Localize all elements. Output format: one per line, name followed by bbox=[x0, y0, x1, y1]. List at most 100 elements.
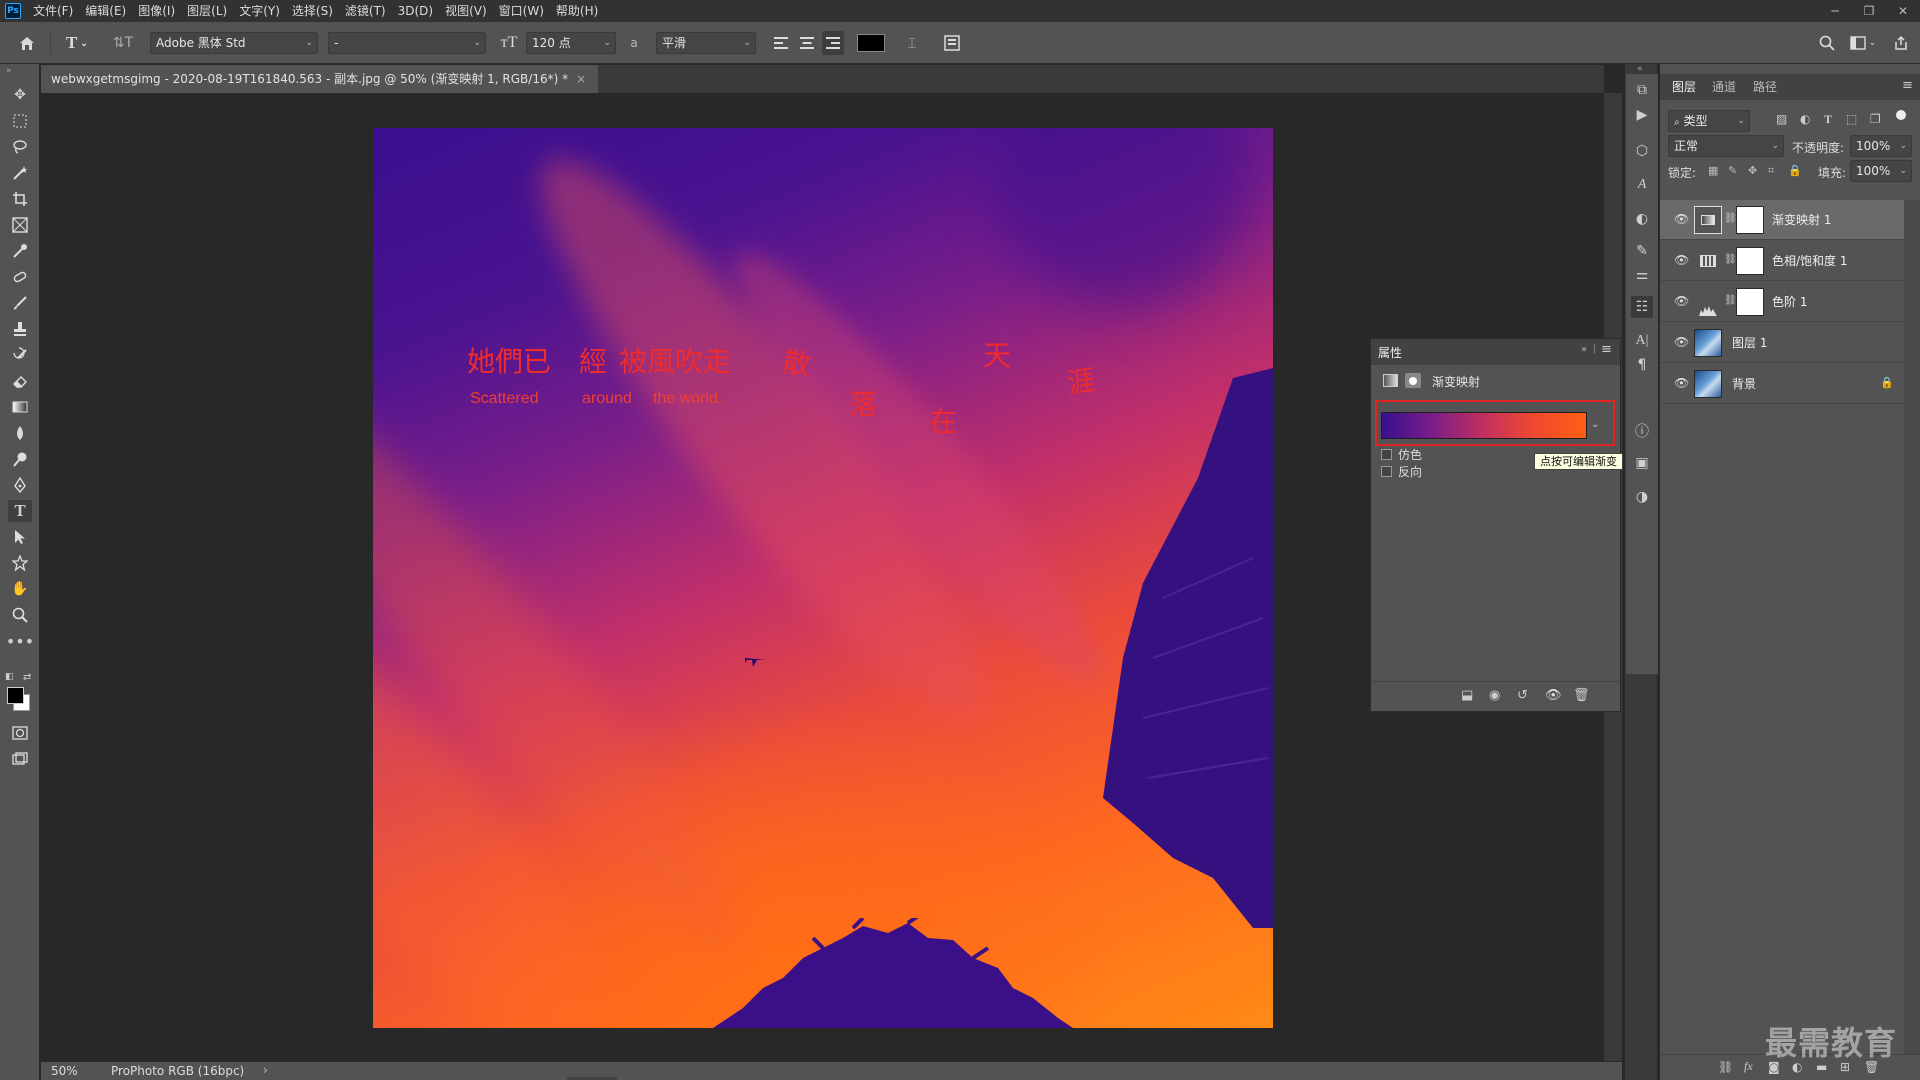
lock-all-icon[interactable]: 🔒 bbox=[1788, 164, 1802, 177]
chain-link-icon[interactable]: ⛓ bbox=[1724, 254, 1737, 265]
blend-mode-select[interactable]: 正常 ⌄ bbox=[1668, 135, 1784, 157]
layer-thumbnail[interactable] bbox=[1694, 329, 1722, 357]
tab-paths[interactable]: 路径 bbox=[1753, 74, 1777, 100]
brush-tool-icon[interactable] bbox=[8, 292, 32, 314]
layer-filter-select[interactable]: ⌕ 类型 ⌄ bbox=[1668, 110, 1750, 132]
close-window-icon[interactable]: ✕ bbox=[1886, 0, 1920, 22]
lock-artboard-icon[interactable]: ⌗ bbox=[1768, 164, 1774, 178]
search-icon[interactable] bbox=[1814, 31, 1840, 55]
visibility-eye-icon[interactable]: 👁 bbox=[1674, 376, 1689, 390]
menu-image[interactable]: 图像(I) bbox=[132, 0, 181, 22]
clip-to-layer-icon[interactable]: ⬓ bbox=[1461, 688, 1473, 703]
close-tab-icon[interactable]: × bbox=[576, 72, 586, 86]
chain-link-icon[interactable]: ⛓ bbox=[1724, 295, 1737, 306]
layer-style-fx-icon[interactable]: fx bbox=[1744, 1059, 1753, 1074]
menu-window[interactable]: 窗口(W) bbox=[493, 0, 550, 22]
foreground-color-swatch[interactable] bbox=[7, 687, 24, 704]
menu-edit[interactable]: 编辑(E) bbox=[79, 0, 132, 22]
fill-input[interactable]: 100% ⌄ bbox=[1850, 160, 1912, 182]
visibility-eye-icon[interactable]: 👁 bbox=[1674, 253, 1689, 267]
visibility-eye-icon[interactable]: 👁 bbox=[1674, 212, 1689, 226]
lasso-tool-icon[interactable] bbox=[8, 136, 32, 158]
home-icon[interactable] bbox=[14, 31, 40, 55]
custom-shape-tool-icon[interactable] bbox=[8, 552, 32, 574]
visibility-eye-icon[interactable]: 👁 bbox=[1674, 294, 1689, 308]
marquee-tool-icon[interactable] bbox=[8, 110, 32, 132]
reverse-checkbox[interactable] bbox=[1381, 466, 1392, 477]
filter-smart-object-icon[interactable]: ❐ bbox=[1870, 112, 1881, 126]
menu-select[interactable]: 选择(S) bbox=[286, 0, 339, 22]
document-tab[interactable]: webwxgetmsgimg - 2020-08-19T161840.563 -… bbox=[41, 65, 599, 93]
frame-tool-icon[interactable] bbox=[8, 214, 32, 236]
font-style-select[interactable]: - ⌄ bbox=[328, 32, 486, 54]
opacity-input[interactable]: 100% ⌄ bbox=[1850, 135, 1912, 157]
filter-type-icon[interactable]: T bbox=[1824, 112, 1832, 127]
dodge-tool-icon[interactable] bbox=[8, 448, 32, 470]
collapse-icon[interactable]: « bbox=[1637, 64, 1643, 74]
eraser-tool-icon[interactable] bbox=[8, 370, 32, 392]
layer-thumbnail[interactable] bbox=[1694, 370, 1722, 398]
history-brush-tool-icon[interactable] bbox=[8, 344, 32, 366]
lock-pixels-icon[interactable]: ✎ bbox=[1728, 164, 1737, 177]
tab-channels[interactable]: 通道 bbox=[1712, 74, 1736, 100]
link-layers-icon[interactable]: ⛓ bbox=[1718, 1060, 1733, 1074]
menu-3d[interactable]: 3D(D) bbox=[392, 0, 439, 22]
properties-title[interactable]: 属性 bbox=[1378, 344, 1402, 361]
filter-shape-icon[interactable]: ⬚ bbox=[1846, 112, 1857, 126]
eyedropper-tool-icon[interactable] bbox=[8, 240, 32, 262]
filter-pixel-icon[interactable]: ▨ bbox=[1776, 112, 1787, 126]
character-panel-icon[interactable]: A| bbox=[1631, 330, 1653, 352]
panel-menu-icon[interactable]: ≡ bbox=[1601, 342, 1612, 357]
type-tool-icon[interactable]: T bbox=[8, 500, 32, 522]
font-size-select[interactable]: 120 点 ⌄ bbox=[526, 32, 616, 54]
visibility-eye-icon[interactable]: 👁 bbox=[1674, 335, 1689, 349]
brush-settings-icon[interactable]: ✎ bbox=[1631, 240, 1653, 262]
color-swatches[interactable]: ◧ ⇄ bbox=[5, 672, 35, 712]
libraries-panel-icon[interactable]: ▣ bbox=[1631, 452, 1653, 474]
default-colors-icon[interactable]: ◧ bbox=[5, 672, 14, 682]
minimize-icon[interactable]: ─ bbox=[1818, 0, 1852, 22]
visibility-eye-icon[interactable]: 👁 bbox=[1545, 688, 1562, 703]
quick-mask-icon[interactable] bbox=[8, 722, 32, 744]
menu-file[interactable]: 文件(F) bbox=[27, 0, 79, 22]
restore-icon[interactable]: ❐ bbox=[1852, 0, 1886, 22]
adjustments-panel-icon[interactable]: ◐ bbox=[1631, 208, 1653, 230]
workspace-icon[interactable]: ⌄ bbox=[1846, 31, 1880, 55]
collapse-icon[interactable]: » bbox=[6, 66, 12, 76]
layer-row[interactable]: 👁 ⛓ 色相/饱和度 1 bbox=[1660, 241, 1904, 281]
text-color-swatch[interactable] bbox=[856, 31, 886, 55]
hand-tool-icon[interactable]: ✋ bbox=[8, 578, 32, 600]
crop-tool-icon[interactable] bbox=[8, 188, 32, 210]
share-icon[interactable] bbox=[1888, 31, 1914, 55]
gradient-tool-icon[interactable] bbox=[8, 396, 32, 418]
more-tools-icon[interactable]: ••• bbox=[6, 630, 34, 652]
mask-icon[interactable] bbox=[1405, 373, 1421, 388]
pen-tool-icon[interactable] bbox=[8, 474, 32, 496]
layer-row[interactable]: 👁 ⛓ 色阶 1 bbox=[1660, 282, 1904, 322]
swap-colors-icon[interactable]: ⇄ bbox=[23, 672, 31, 683]
menu-help[interactable]: 帮助(H) bbox=[550, 0, 604, 22]
lock-transparent-icon[interactable]: ▦ bbox=[1708, 164, 1718, 177]
layer-row[interactable]: 👁 背景 🔒 bbox=[1660, 364, 1904, 404]
lock-position-icon[interactable]: ✥ bbox=[1748, 164, 1757, 177]
view-previous-icon[interactable]: ◉ bbox=[1489, 688, 1500, 703]
reset-icon[interactable]: ↺ bbox=[1517, 688, 1528, 703]
clone-stamp-tool-icon[interactable] bbox=[8, 318, 32, 340]
character-panel-icon[interactable] bbox=[940, 31, 964, 55]
artwork-image[interactable]: 她們已 經 被風吹走 散 落 在 天 涯 Scattered around th… bbox=[373, 128, 1273, 1028]
info-panel-icon[interactable]: ⓘ bbox=[1631, 420, 1653, 442]
trash-icon[interactable]: 🗑 bbox=[1573, 688, 1590, 703]
filter-toggle-icon[interactable] bbox=[1896, 110, 1906, 120]
properties-panel-icon[interactable]: ☷ bbox=[1631, 296, 1653, 318]
dither-checkbox[interactable] bbox=[1381, 449, 1392, 460]
zoom-tool-icon[interactable] bbox=[8, 604, 32, 626]
collapse-panel-icon[interactable]: » bbox=[1581, 344, 1587, 355]
menu-type[interactable]: 文字(Y) bbox=[233, 0, 286, 22]
color-panel-icon[interactable]: ◑ bbox=[1631, 486, 1653, 508]
menu-filter[interactable]: 滤镜(T) bbox=[339, 0, 392, 22]
filter-adjustment-icon[interactable]: ◐ bbox=[1800, 112, 1810, 126]
tab-layers[interactable]: 图层 bbox=[1672, 74, 1696, 100]
3d-panel-icon[interactable]: ⬡ bbox=[1631, 140, 1653, 162]
layer-row[interactable]: 👁 ⛓ 渐变映射 1 bbox=[1660, 200, 1904, 240]
screen-mode-icon[interactable] bbox=[8, 748, 32, 770]
